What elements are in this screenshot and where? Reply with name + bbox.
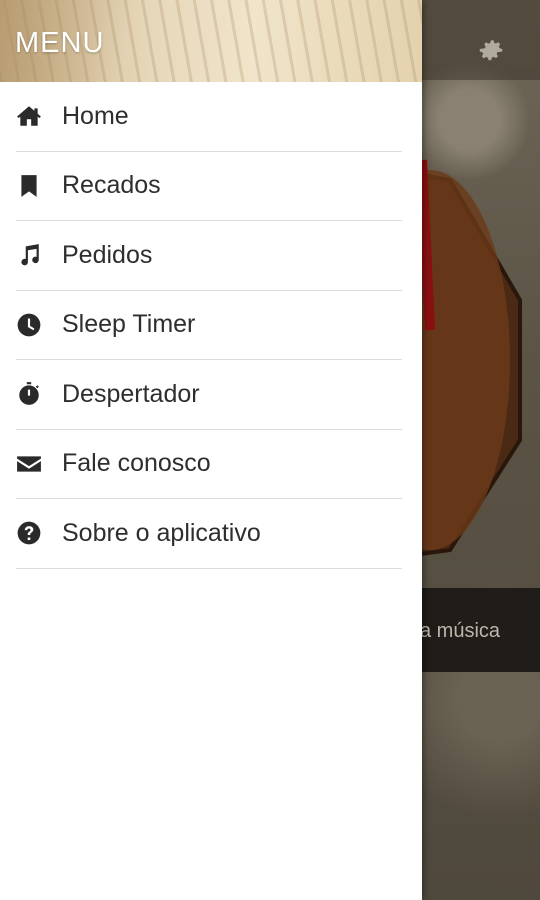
menu-label: Recados <box>62 171 161 200</box>
home-icon <box>16 101 46 131</box>
menu-item-sobre-o-aplicativo[interactable]: Sobre o aplicativo <box>16 499 402 569</box>
menu-label: Home <box>62 101 129 130</box>
envelope-icon <box>16 449 46 479</box>
menu-item-home[interactable]: Home <box>16 82 402 152</box>
gear-icon[interactable] <box>476 34 506 64</box>
clock-icon <box>16 310 46 340</box>
stopwatch-icon <box>16 379 46 409</box>
menu-item-recados[interactable]: Recados <box>16 152 402 221</box>
menu-label: Sleep Timer <box>62 310 196 339</box>
menu-label: Fale conosco <box>62 449 211 478</box>
menu-label: Sobre o aplicativo <box>62 518 261 547</box>
drawer-menu: Home Recados Pedidos Sleep Timer Despert… <box>0 82 422 569</box>
menu-item-despertador[interactable]: Despertador <box>16 360 402 430</box>
navigation-drawer: MENU Home Recados Pedidos Sleep Timer De… <box>0 0 422 900</box>
question-circle-icon <box>16 518 46 548</box>
menu-item-pedidos[interactable]: Pedidos <box>16 221 402 291</box>
bookmark-icon <box>16 171 46 201</box>
music-note-icon <box>16 240 46 270</box>
drawer-title: MENU <box>15 27 105 59</box>
menu-item-sleep-timer[interactable]: Sleep Timer <box>16 291 402 360</box>
menu-item-fale-conosco[interactable]: Fale conosco <box>16 430 402 499</box>
menu-label: Pedidos <box>62 240 153 269</box>
drawer-header: MENU <box>0 0 422 82</box>
background-bar-text: a música <box>420 620 501 642</box>
menu-label: Despertador <box>62 379 200 408</box>
